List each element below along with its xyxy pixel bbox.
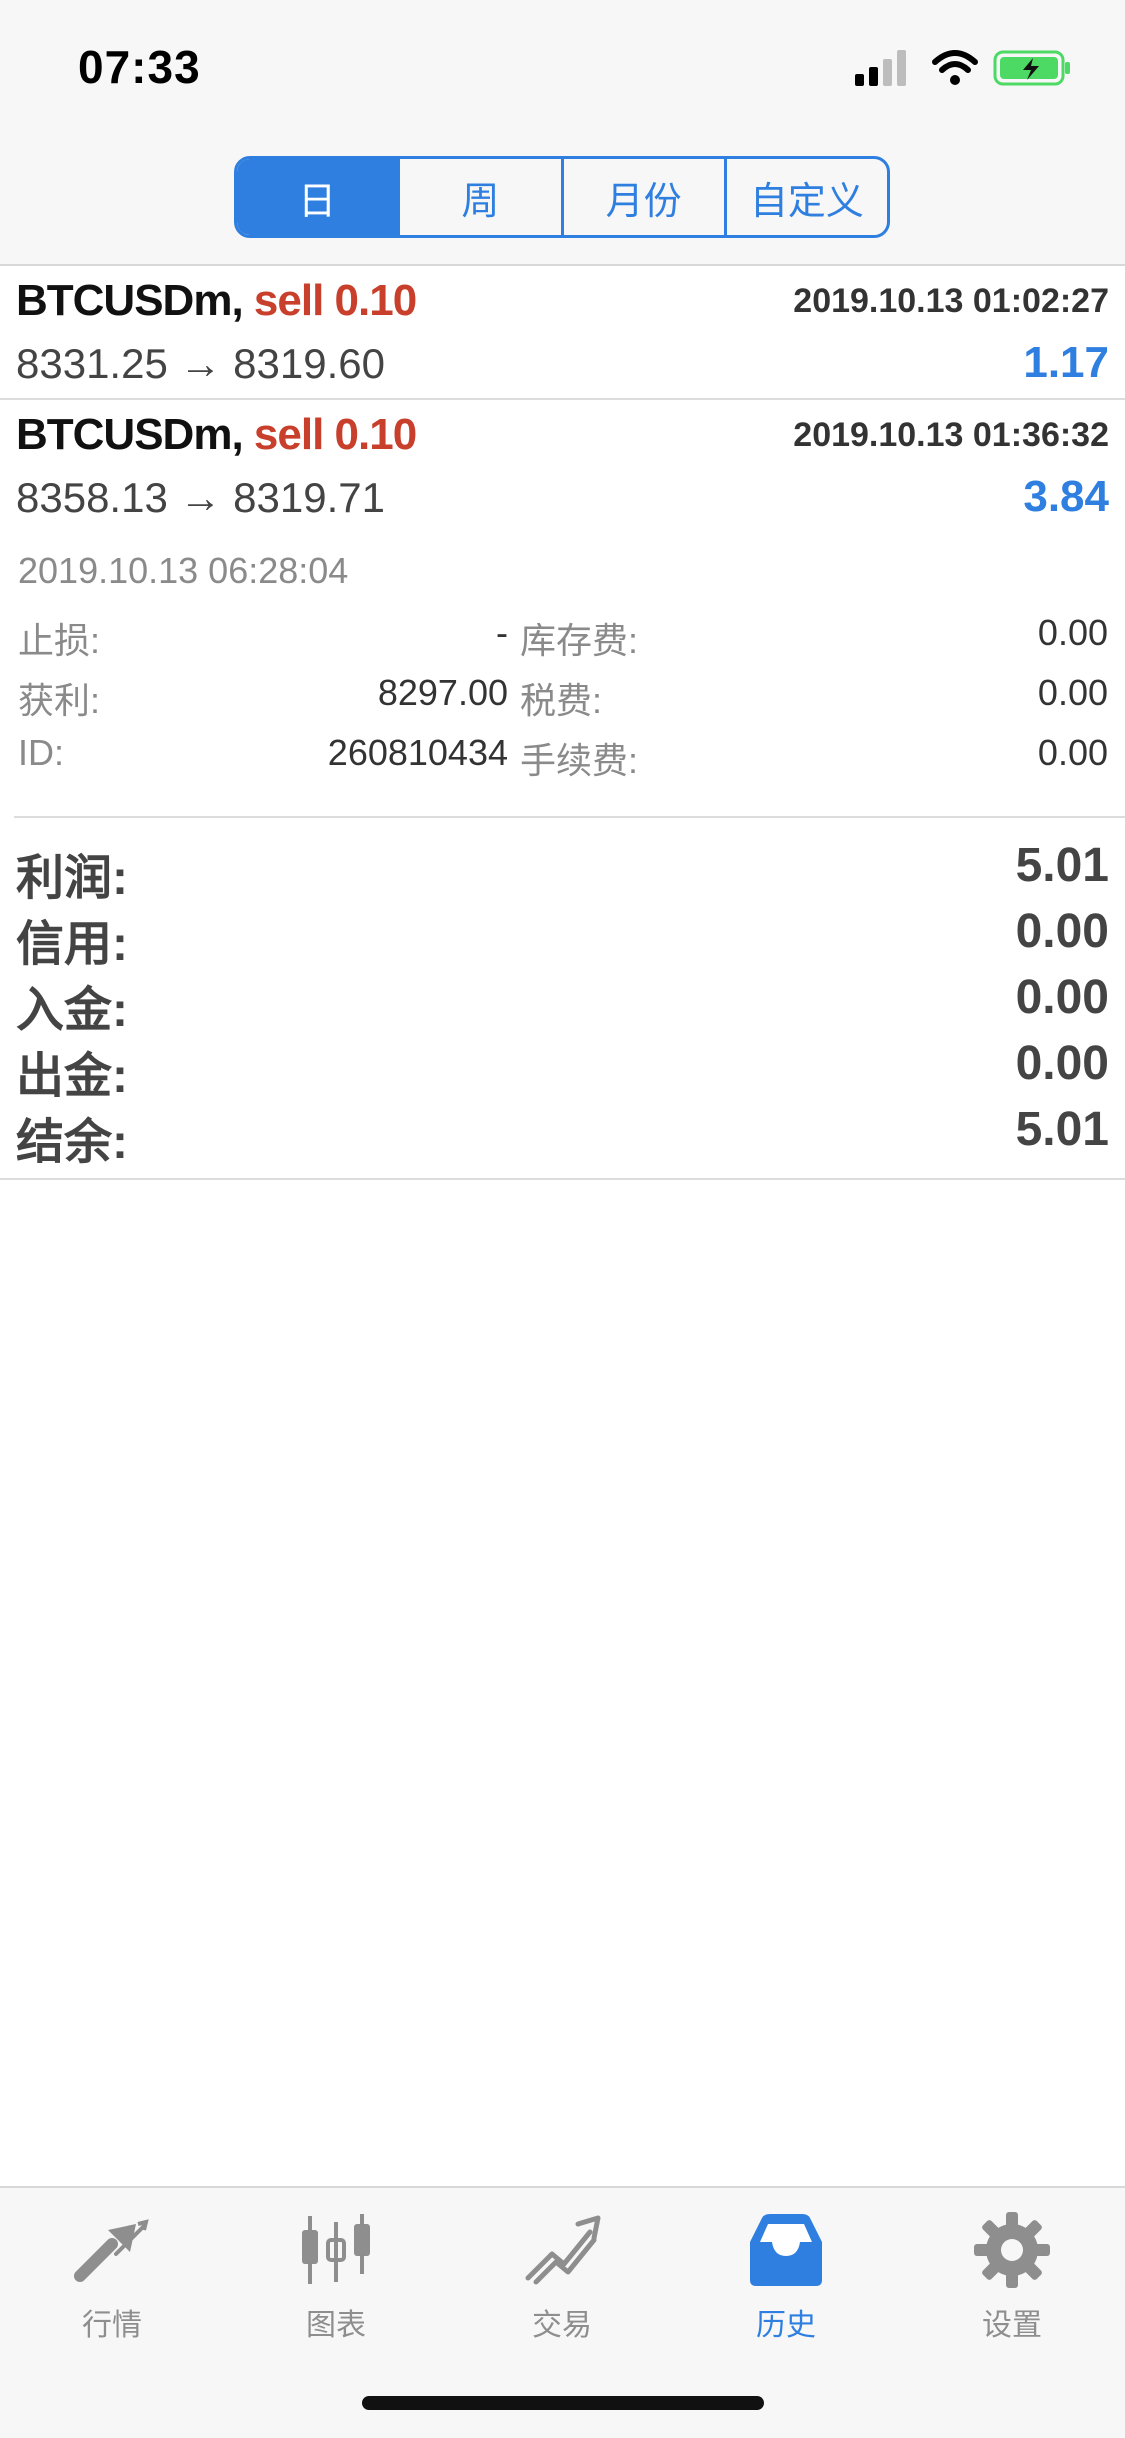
segment-custom[interactable]: 自定义 [727, 159, 887, 235]
trade-prices: 8331.25 → 8319.60 [16, 340, 385, 387]
trade-symbol: BTCUSDm, [16, 410, 244, 459]
trade-details: 止损: - 库存费: 0.00 获利: 8297.00 税费: 0.00 ID:… [18, 612, 1108, 792]
tab-quotes[interactable]: 行情 [42, 2210, 182, 2344]
bottom-tab-bar: 行情 图表 交易 历史 设置 [0, 2186, 1125, 2438]
status-icons [853, 48, 1083, 88]
trade-type-volume: sell 0.10 [253, 276, 417, 325]
take-profit-label: 获利: [18, 680, 101, 721]
segment-month[interactable]: 月份 [564, 159, 727, 235]
tab-history[interactable]: 历史 [716, 2210, 856, 2344]
history-inbox-icon [750, 2214, 822, 2286]
detail-row-id-commission: ID: 260810434 手续费: 0.00 [18, 732, 1108, 792]
summary-credit: 信用: 0.00 [0, 898, 1125, 971]
tax-label: 税费: [520, 680, 603, 721]
summary-withdrawal: 出金: 0.00 [0, 1030, 1125, 1103]
trade-symbol-line: BTCUSDm, sell 0.10 [16, 276, 417, 326]
tab-settings[interactable]: 设置 [942, 2210, 1082, 2344]
account-summary: 利润: 5.01 信用: 0.00 入金: 0.00 出金: 0.00 结余: … [0, 832, 1125, 1180]
summary-label: 结余: [16, 1116, 128, 1169]
trade-profit: 1.17 [1023, 338, 1109, 387]
settings-gear-icon [974, 2212, 1050, 2288]
swap-label: 库存费: [520, 620, 639, 661]
id-value: 260810434 [327, 732, 508, 773]
summary-value: 0.00 [1015, 905, 1109, 958]
summary-deposit: 入金: 0.00 [0, 964, 1125, 1037]
trade-open-time: 2019.10.13 01:02:27 [793, 282, 1109, 320]
tab-label: 图表 [306, 2309, 366, 2342]
header-area: 07:33 日 周 月份 自定义 [0, 0, 1125, 266]
status-time: 07:33 [78, 41, 201, 93]
trade-trend-icon [525, 2215, 601, 2285]
cellular-signal-icon [855, 50, 906, 86]
trade-prices: 8358.13 → 8319.71 [16, 474, 385, 521]
trade-row[interactable]: BTCUSDm, sell 0.10 2019.10.13 01:02:27 8… [0, 266, 1125, 400]
id-label: ID: [18, 732, 65, 773]
summary-value: 5.01 [1015, 1103, 1109, 1156]
period-segmented-control: 日 周 月份 自定义 [234, 156, 890, 238]
home-indicator[interactable] [362, 2396, 764, 2410]
trade-symbol: BTCUSDm, [16, 276, 244, 325]
wifi-icon [932, 50, 978, 85]
swap-value: 0.00 [1037, 612, 1108, 653]
commission-value: 0.00 [1037, 732, 1108, 773]
divider [14, 816, 1125, 818]
tab-label: 设置 [982, 2309, 1042, 2342]
trade-row-expanded[interactable]: BTCUSDm, sell 0.10 2019.10.13 01:36:32 8… [0, 400, 1125, 820]
tab-label: 交易 [532, 2309, 592, 2342]
take-profit-value: 8297.00 [377, 672, 508, 713]
stop-loss-value: - [496, 612, 508, 653]
segment-day[interactable]: 日 [237, 159, 401, 235]
detail-row-tp-tax: 获利: 8297.00 税费: 0.00 [18, 672, 1108, 732]
summary-value: 0.00 [1015, 971, 1109, 1024]
trade-type-volume: sell 0.10 [253, 410, 417, 459]
summary-balance: 结余: 5.01 [0, 1096, 1125, 1169]
tab-label: 行情 [82, 2309, 142, 2342]
trade-symbol-line: BTCUSDm, sell 0.10 [16, 410, 417, 460]
trade-close-time: 2019.10.13 06:28:04 [18, 550, 349, 591]
tab-charts[interactable]: 图表 [266, 2210, 406, 2344]
trade-open-time: 2019.10.13 01:36:32 [793, 416, 1109, 454]
tax-value: 0.00 [1037, 672, 1108, 713]
summary-profit: 利润: 5.01 [0, 832, 1125, 905]
summary-value: 0.00 [1015, 1037, 1109, 1090]
quotes-arrows-icon [74, 2219, 149, 2282]
tab-trade[interactable]: 交易 [492, 2210, 632, 2344]
tab-label: 历史 [756, 2309, 816, 2342]
summary-value: 5.01 [1015, 839, 1109, 892]
stop-loss-label: 止损: [18, 620, 101, 661]
segment-week[interactable]: 周 [400, 159, 564, 235]
detail-row-sl-swap: 止损: - 库存费: 0.00 [18, 612, 1108, 672]
trade-profit: 3.84 [1023, 472, 1109, 521]
battery-charging-icon [993, 50, 1070, 86]
candlestick-chart-icon [302, 2214, 370, 2284]
commission-label: 手续费: [520, 740, 639, 781]
